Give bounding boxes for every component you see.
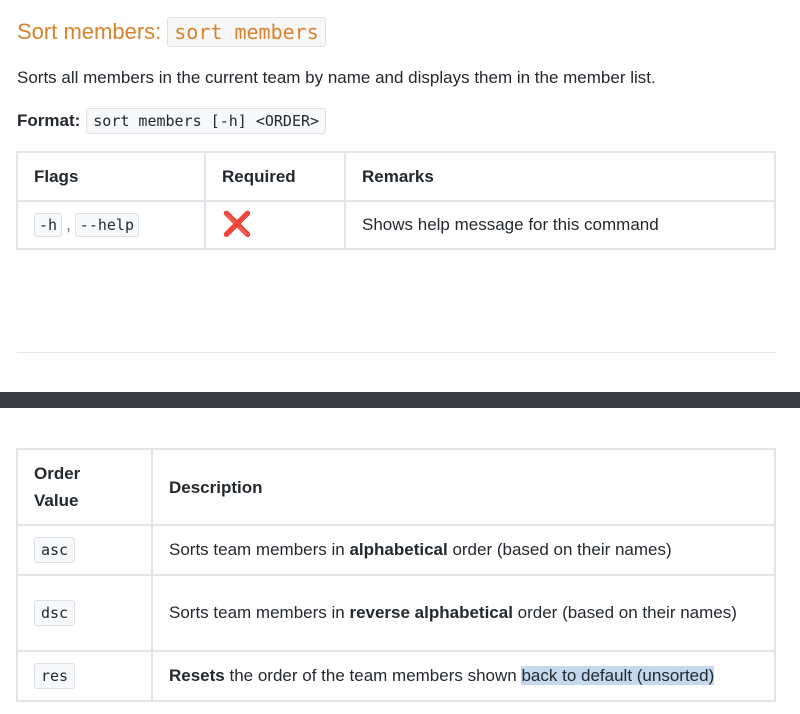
description-header: Description [151,448,776,526]
order-desc-cell: Sorts team members in alphabetical order… [151,524,776,576]
desc-bold: alphabetical [349,540,448,559]
format-code: sort members [-h] <ORDER> [86,108,327,134]
required-cell: ❌ [204,200,346,250]
heading-text: Sort members: [17,19,162,44]
desc-text: Sorts team members in [169,540,350,559]
flags-header-row: Flags Required Remarks [16,151,776,202]
section-heading: Sort members: sort members [17,16,326,48]
format-label: Format: [17,111,81,130]
format-line: Format: sort members [-h] <ORDER> [17,108,327,134]
remarks-header: Remarks [344,151,776,202]
table-row: res Resets the order of the team members… [16,650,776,702]
order-header-line1: Order [34,464,81,483]
desc-bold: Resets [169,666,225,685]
flags-cell: -h, --help [16,200,206,250]
order-code: dsc [34,600,76,626]
order-value-header: Order Value [16,448,153,526]
order-table: Order Value Description asc Sorts team m… [16,448,776,702]
order-value-cell: res [16,650,153,702]
table-row: asc Sorts team members in alphabetical o… [16,524,776,576]
selected-text[interactable]: back to default (unsorted) [521,666,715,685]
order-value-cell: asc [16,524,153,576]
desc-bold: reverse alphabetical [349,603,513,622]
order-header-row: Order Value Description [16,448,776,526]
order-code: res [34,663,76,689]
flags-table: Flags Required Remarks -h, --help ❌ Shows… [16,151,776,250]
order-value-cell: dsc [16,574,153,652]
heading-code: sort members [167,17,326,47]
dark-band [0,392,800,408]
table-row: -h, --help ❌ Shows help message for this … [16,200,776,250]
cross-icon: ❌ [222,211,252,238]
order-code: asc [34,537,76,563]
desc-text: order (based on their names) [512,603,737,622]
flag-short: -h [34,213,63,237]
table-row: dsc Sorts team members in reverse alphab… [16,574,776,652]
flags-header: Flags [16,151,206,202]
command-description: Sorts all members in the current team by… [17,68,656,87]
required-header: Required [204,151,346,202]
flag-separator: , [66,215,71,234]
order-header-line2: Value [34,491,79,510]
flag-long: --help [74,213,139,237]
remarks-cell: Shows help message for this command [344,200,776,250]
desc-text: Sorts team members in [169,603,350,622]
order-desc-cell: Resets the order of the team members sho… [151,650,776,702]
desc-text: the order of the team members shown [224,666,522,685]
divider [17,352,776,353]
desc-text: order (based on their names) [447,540,672,559]
order-desc-cell: Sorts team members in reverse alphabetic… [151,574,776,652]
